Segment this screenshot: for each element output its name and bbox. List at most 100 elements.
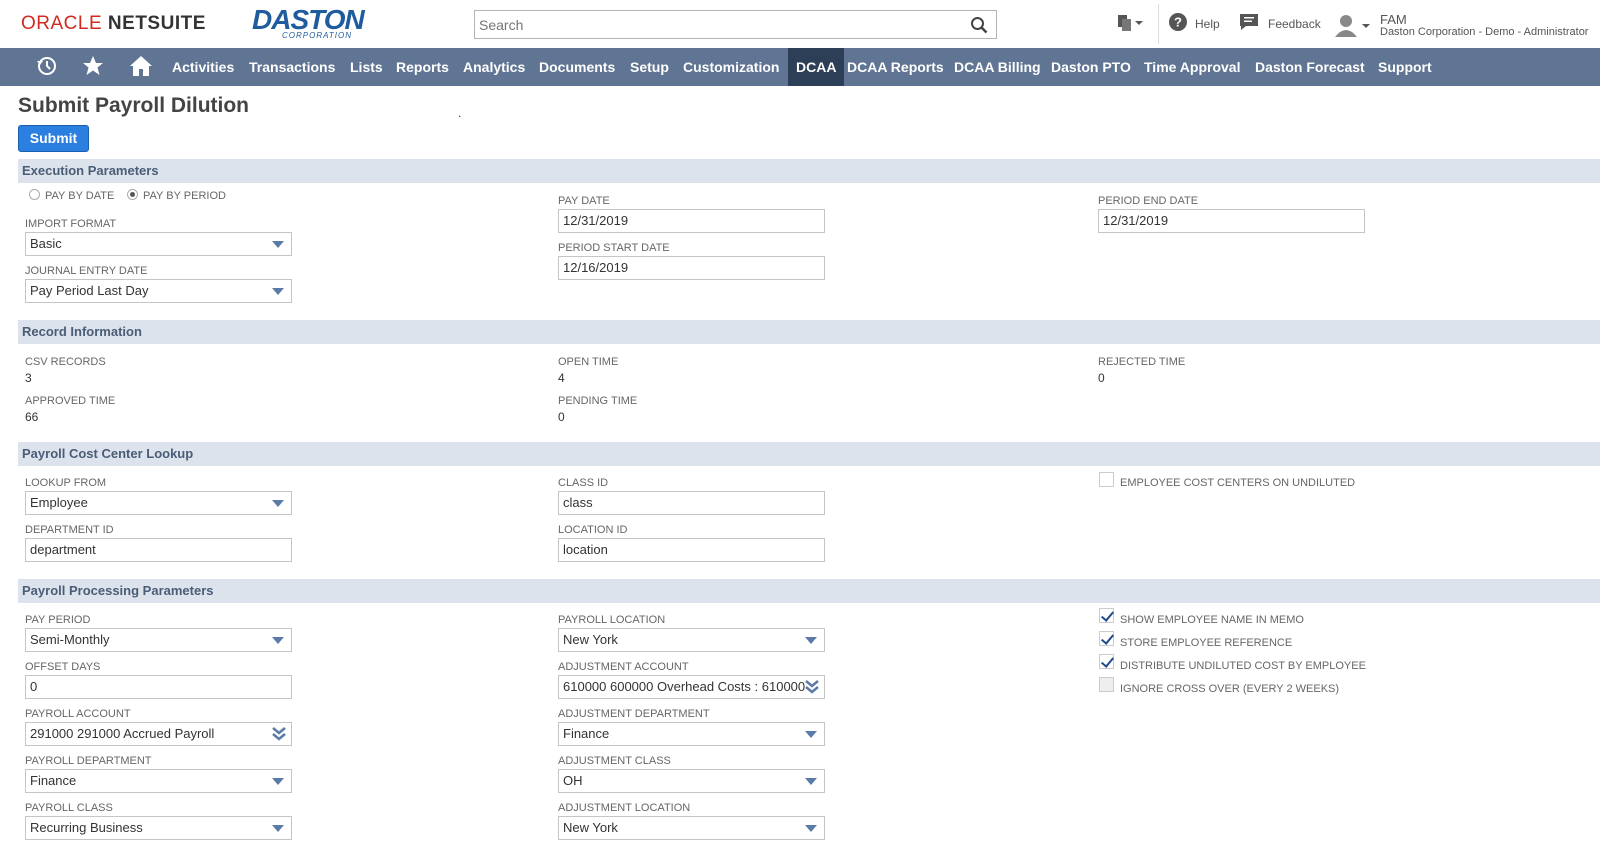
- chevron-down-icon[interactable]: [805, 778, 817, 785]
- nav-daston-forecast[interactable]: Daston Forecast: [1255, 48, 1365, 86]
- nav-customization[interactable]: Customization: [683, 48, 779, 86]
- nav-transactions[interactable]: Transactions: [249, 48, 335, 86]
- adjustment-department-label: ADJUSTMENT DEPARTMENT: [558, 708, 710, 720]
- nav-support[interactable]: Support: [1378, 48, 1432, 86]
- submit-button[interactable]: Submit: [18, 125, 89, 152]
- favorites-star-icon[interactable]: [82, 55, 104, 77]
- user-name[interactable]: FAM: [1380, 12, 1407, 27]
- double-chevron-down-icon[interactable]: [272, 727, 286, 741]
- nav-analytics[interactable]: Analytics: [463, 48, 525, 86]
- store-employee-reference-checkbox[interactable]: [1099, 631, 1114, 646]
- global-search[interactable]: [474, 10, 997, 39]
- nav-daston-pto[interactable]: Daston PTO: [1051, 48, 1131, 86]
- section-processing-parameters[interactable]: Payroll Processing Parameters: [18, 579, 1600, 603]
- daston-logo: DASTON CORPORATION: [252, 4, 372, 40]
- show-employee-name-checkbox[interactable]: [1099, 608, 1114, 623]
- nav-dcaa[interactable]: DCAA: [788, 48, 845, 86]
- daston-logo-sub: CORPORATION: [282, 31, 352, 40]
- nav-dcaa-reports[interactable]: DCAA Reports: [847, 48, 944, 86]
- pay-date-label: PAY DATE: [558, 195, 610, 207]
- chevron-down-icon[interactable]: [272, 500, 284, 507]
- payroll-location-select[interactable]: New York: [558, 628, 825, 652]
- chevron-down-icon[interactable]: [272, 778, 284, 785]
- import-format-select[interactable]: Basic: [25, 232, 292, 256]
- nav-lists[interactable]: Lists: [350, 48, 383, 86]
- employee-cost-centers-checkbox[interactable]: [1099, 472, 1114, 487]
- nav-activities[interactable]: Activities: [172, 48, 234, 86]
- user-role[interactable]: Daston Corporation - Demo - Administrato…: [1380, 26, 1588, 38]
- nav-reports[interactable]: Reports: [396, 48, 449, 86]
- chevron-down-icon[interactable]: [805, 637, 817, 644]
- pay-by-period-radio[interactable]: [127, 189, 138, 200]
- adjustment-department-value: Finance: [563, 726, 610, 741]
- store-employee-reference-label: STORE EMPLOYEE REFERENCE: [1120, 637, 1293, 649]
- payroll-department-select[interactable]: Finance: [25, 769, 292, 793]
- recent-history-icon[interactable]: [36, 55, 58, 77]
- approved-time-value: 66: [25, 410, 39, 424]
- search-icon[interactable]: [970, 16, 988, 34]
- department-id-field[interactable]: department: [25, 538, 292, 562]
- period-end-date-value: 12/31/2019: [1103, 213, 1169, 228]
- payroll-class-select[interactable]: Recurring Business: [25, 816, 292, 840]
- period-end-date-label: PERIOD END DATE: [1098, 195, 1199, 207]
- location-id-field[interactable]: location: [558, 538, 825, 562]
- period-start-date-label: PERIOD START DATE: [558, 242, 670, 254]
- pay-period-select[interactable]: Semi-Monthly: [25, 628, 292, 652]
- nav-time-approval[interactable]: Time Approval: [1144, 48, 1240, 86]
- section-execution-parameters[interactable]: Execution Parameters: [18, 159, 1600, 183]
- page-title: Submit Payroll Dilution: [18, 94, 250, 117]
- distribute-undiluted-cost-checkbox[interactable]: [1099, 654, 1114, 669]
- user-avatar-icon[interactable]: [1333, 13, 1371, 37]
- class-id-field[interactable]: class: [558, 491, 825, 515]
- chevron-down-icon[interactable]: [272, 288, 284, 295]
- approved-time-label: APPROVED TIME: [25, 395, 116, 407]
- adjustment-location-label: ADJUSTMENT LOCATION: [558, 802, 691, 814]
- feedback-icon[interactable]: [1239, 12, 1259, 32]
- ignore-cross-over-checkbox[interactable]: [1099, 677, 1114, 692]
- location-id-label: LOCATION ID: [558, 524, 628, 536]
- chevron-down-icon[interactable]: [272, 637, 284, 644]
- distribute-undiluted-cost-label: DISTRIBUTE UNDILUTED COST BY EMPLOYEE: [1120, 660, 1366, 672]
- open-time-label: OPEN TIME: [558, 356, 619, 368]
- lookup-from-label: LOOKUP FROM: [25, 477, 107, 489]
- payroll-department-label: PAYROLL DEPARTMENT: [25, 755, 152, 767]
- chevron-down-icon[interactable]: [272, 241, 284, 248]
- home-icon[interactable]: [129, 55, 153, 77]
- adjustment-class-select[interactable]: OH: [558, 769, 825, 793]
- offset-days-field[interactable]: 0: [25, 675, 292, 699]
- period-start-date-field[interactable]: 12/16/2019: [558, 256, 825, 280]
- oracle-netsuite-logo[interactable]: ORACLE NETSUITE: [21, 13, 206, 35]
- period-end-date-field[interactable]: 12/31/2019: [1098, 209, 1365, 233]
- pay-date-field[interactable]: 12/31/2019: [558, 209, 825, 233]
- chevron-down-icon[interactable]: [805, 731, 817, 738]
- lookup-from-select[interactable]: Employee: [25, 491, 292, 515]
- nav-setup[interactable]: Setup: [630, 48, 669, 86]
- journal-entry-date-select[interactable]: Pay Period Last Day: [25, 279, 292, 303]
- recent-records-icon[interactable]: [1115, 12, 1145, 34]
- adjustment-location-select[interactable]: New York: [558, 816, 825, 840]
- pay-by-date-radio[interactable]: [29, 189, 40, 200]
- feedback-link[interactable]: Feedback: [1268, 17, 1321, 31]
- import-format-label: IMPORT FORMAT: [25, 218, 117, 230]
- nav-documents[interactable]: Documents: [539, 48, 615, 86]
- chevron-down-icon[interactable]: [272, 825, 284, 832]
- open-time-value: 4: [558, 371, 565, 385]
- payroll-class-value: Recurring Business: [30, 820, 143, 835]
- pay-date-value: 12/31/2019: [563, 213, 629, 228]
- rejected-time-label: REJECTED TIME: [1098, 356, 1186, 368]
- nav-dcaa-billing[interactable]: DCAA Billing: [954, 48, 1041, 86]
- chevron-down-icon[interactable]: [805, 825, 817, 832]
- help-icon[interactable]: ?: [1168, 12, 1188, 32]
- adjustment-class-label: ADJUSTMENT CLASS: [558, 755, 671, 767]
- section-cost-center-lookup[interactable]: Payroll Cost Center Lookup: [18, 442, 1600, 466]
- payroll-account-select[interactable]: 291000 291000 Accrued Payroll: [25, 722, 292, 746]
- help-link[interactable]: Help: [1195, 17, 1220, 31]
- employee-cost-centers-label: EMPLOYEE COST CENTERS ON UNDILUTED: [1120, 477, 1356, 489]
- pay-period-label: PAY PERIOD: [25, 614, 91, 626]
- oracle-word: ORACLE: [21, 13, 103, 34]
- adjustment-account-select[interactable]: 610000 600000 Overhead Costs : 610000: [558, 675, 825, 699]
- search-input[interactable]: [475, 11, 955, 38]
- double-chevron-down-icon[interactable]: [805, 680, 819, 694]
- section-record-information[interactable]: Record Information: [18, 320, 1600, 344]
- adjustment-department-select[interactable]: Finance: [558, 722, 825, 746]
